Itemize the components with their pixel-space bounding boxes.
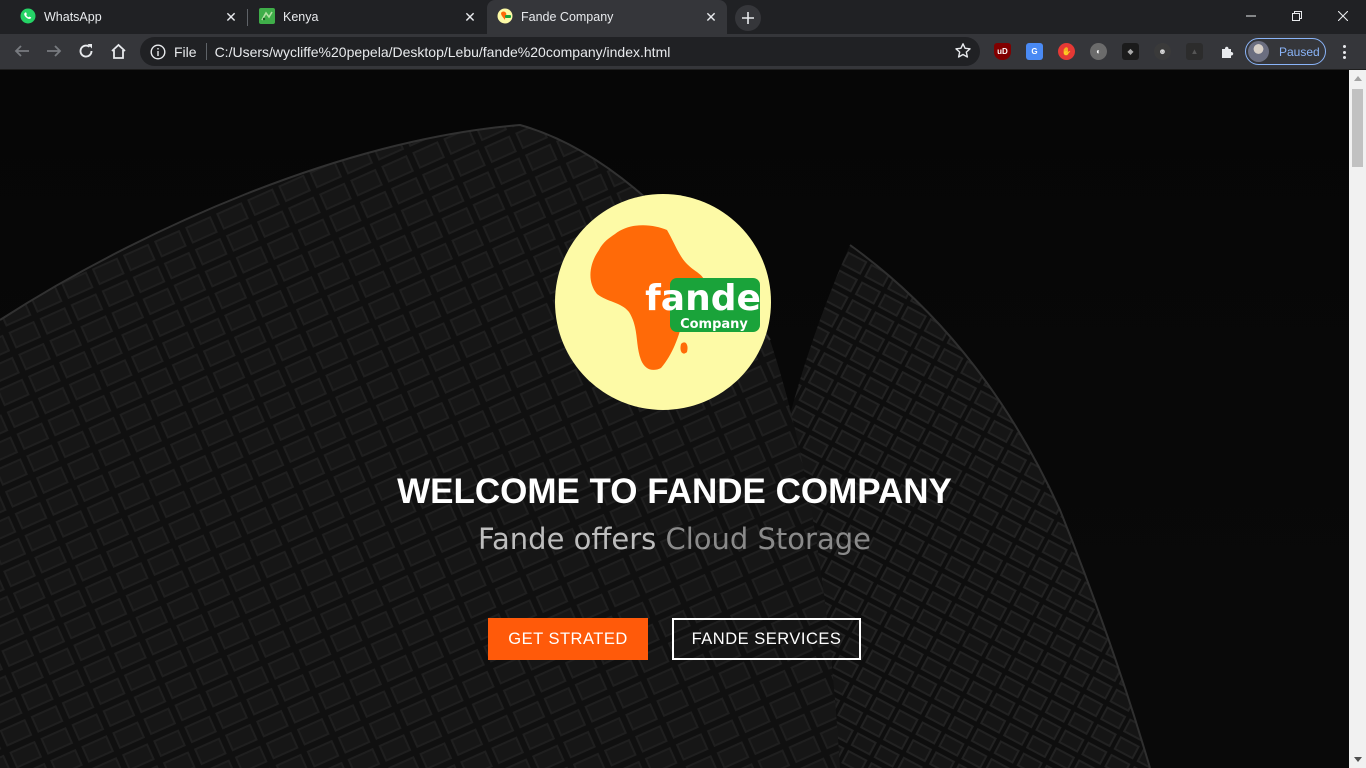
subtitle-accent: Cloud Storage [665, 522, 871, 556]
close-tab-icon[interactable]: ✕ [223, 9, 239, 25]
skyscraper-background-image [0, 70, 1349, 768]
logo-subtext: Company [680, 317, 748, 332]
back-button[interactable] [8, 37, 36, 65]
minimize-icon [1246, 15, 1256, 17]
fande-logo: fande Company [555, 194, 771, 410]
browser-menu-icon[interactable] [1336, 43, 1352, 61]
page-viewport: fande Company WELCOME TO FANDE COMPANY F… [0, 70, 1349, 768]
vertical-scrollbar[interactable] [1349, 70, 1366, 768]
scheme-label: File [174, 43, 197, 60]
scrollbar-thumb[interactable] [1352, 89, 1363, 167]
cube-icon[interactable]: ◆ [1122, 43, 1139, 60]
tab-label: Kenya [283, 10, 319, 24]
home-button[interactable] [104, 37, 132, 65]
scroll-up-arrow-icon[interactable] [1349, 70, 1366, 87]
subtitle-lead: Fande offers [478, 522, 657, 556]
star-icon[interactable] [954, 42, 972, 60]
plus-icon [742, 12, 754, 24]
close-tab-icon[interactable]: ✕ [462, 9, 478, 25]
tab-fande-company[interactable]: Fande Company ✕ [487, 0, 727, 34]
reload-button[interactable] [72, 37, 100, 65]
reload-icon [79, 44, 93, 58]
new-tab-button[interactable] [735, 5, 761, 31]
url-text[interactable]: C:/Users/wycliffe%20pepela/Desktop/Lebu/… [215, 44, 671, 60]
profile-status: Paused [1279, 44, 1320, 59]
tab-label: WhatsApp [44, 10, 102, 24]
browser-toolbar: File C:/Users/wycliffe%20pepela/Desktop/… [0, 34, 1366, 70]
address-bar[interactable]: File C:/Users/wycliffe%20pepela/Desktop/… [140, 37, 980, 66]
close-icon [1338, 11, 1348, 21]
close-tab-icon[interactable]: ✕ [703, 9, 719, 25]
arrow-left-icon [14, 45, 29, 57]
fande-favicon [497, 8, 513, 27]
hero-title: WELCOME TO FANDE COMPANY [397, 472, 952, 511]
info-icon[interactable] [150, 43, 166, 60]
map-favicon [259, 7, 275, 27]
tab-whatsapp[interactable]: WhatsApp ✕ [0, 0, 247, 34]
shield-icon[interactable]: ▲ [1186, 43, 1203, 60]
profile-button[interactable]: Paused [1245, 38, 1326, 65]
ublock-icon[interactable]: uD [994, 43, 1011, 60]
minimize-button[interactable] [1228, 0, 1274, 32]
address-divider [205, 43, 207, 60]
robot-icon[interactable]: ☻ [1154, 43, 1171, 60]
whatsapp-icon [20, 8, 36, 27]
restore-button[interactable] [1274, 0, 1320, 32]
home-icon [110, 43, 126, 59]
stop-hand-icon[interactable]: ✋ [1058, 43, 1075, 60]
arrow-right-icon [47, 45, 62, 57]
tab-kenya[interactable]: Kenya ✕ [248, 0, 486, 34]
avatar [1248, 41, 1269, 62]
restore-icon [1292, 11, 1302, 21]
google-translate-icon[interactable]: G [1026, 43, 1043, 60]
logo-wordmark: fande [645, 278, 761, 319]
tab-label: Fande Company [521, 10, 614, 24]
hero-subtitle: Fande offers Cloud Storage [0, 522, 1349, 556]
forward-button[interactable] [40, 37, 68, 65]
extension-icon[interactable]: ◐ [1090, 43, 1107, 60]
fande-services-button[interactable]: FANDE SERVICES [672, 618, 861, 660]
tab-strip: WhatsApp ✕ Kenya ✕ Fande Company ✕ [0, 0, 1366, 34]
puzzle-icon[interactable] [1218, 43, 1235, 60]
close-window-button[interactable] [1320, 0, 1366, 32]
get-started-button[interactable]: GET STRATED [488, 618, 648, 660]
scroll-down-arrow-icon[interactable] [1349, 751, 1366, 768]
